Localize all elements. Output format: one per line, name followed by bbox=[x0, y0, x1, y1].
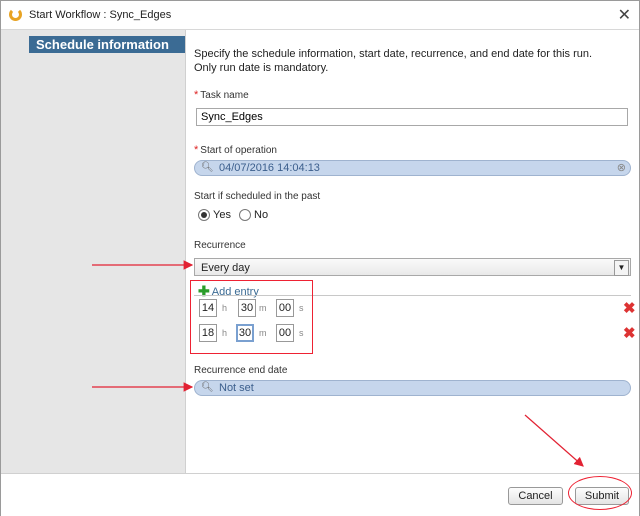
annotation-arrow-submit bbox=[524, 414, 584, 467]
annotation-arrows bbox=[92, 260, 584, 467]
